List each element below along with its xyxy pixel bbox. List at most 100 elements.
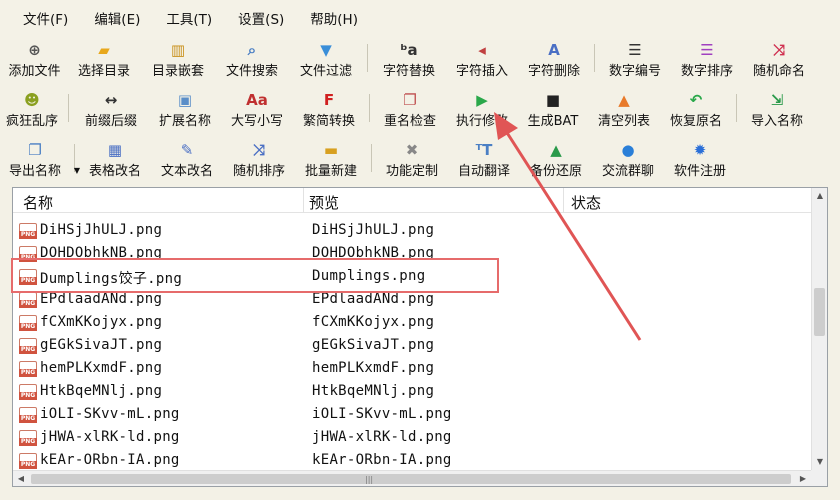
clear-button[interactable]: ▲ 清空列表 [588, 90, 660, 130]
delete-button[interactable]: A 字符删除 [518, 40, 590, 80]
scroll-right-icon[interactable]: ▶ [795, 471, 811, 487]
shuffle-button[interactable]: ⤨ 随机命名 [743, 40, 815, 80]
toolbar-separator [68, 94, 69, 122]
table-icon: ▦ [107, 141, 123, 159]
vertical-scrollbar[interactable]: ▲ ▼ [811, 188, 827, 470]
replace-button[interactable]: ᵇa 字符替换 [372, 40, 446, 80]
png-file-icon [19, 430, 37, 446]
table-row[interactable]: hemPLKxmdF.png hemPLKxmdF.png [13, 357, 811, 380]
table-row[interactable]: DOHDObhkNB.png DOHDObhkNB.png [13, 242, 811, 265]
button-label: 执行修改 [455, 114, 508, 129]
translate-button[interactable]: ᵀT 自动翻译 [448, 140, 520, 180]
backup-button[interactable]: ▲ 备份还原 [520, 140, 592, 180]
tools-button[interactable]: ✖ 功能定制 [376, 140, 448, 180]
menu-item-1[interactable]: 编辑(E) [81, 8, 153, 32]
file-name-cell: iOLI-SKvv-mL.png [40, 406, 180, 422]
text-edit-button[interactable]: ✎ 文本改名 [151, 140, 223, 180]
sort-button[interactable]: ☰ 数字排序 [671, 40, 743, 80]
png-file-icon [19, 338, 37, 354]
horizontal-scroll-thumb[interactable] [31, 474, 791, 484]
scroll-left-icon[interactable]: ◀ [13, 471, 29, 487]
png-file-icon [19, 315, 37, 331]
button-label: 文件搜索 [225, 64, 278, 79]
import-button[interactable]: ⇲ 导入名称 [741, 90, 813, 130]
batch-new-button[interactable]: ▬ 批量新建 [295, 140, 367, 180]
menu-item-3[interactable]: 设置(S) [225, 8, 297, 32]
undo-button[interactable]: ↶ 恢复原名 [660, 90, 732, 130]
vertical-scroll-thumb[interactable] [814, 288, 825, 336]
table-row[interactable]: Dumplings饺子.png Dumplings.png [13, 265, 811, 288]
table-row[interactable]: kEAr-ORbn-IA.png kEAr-ORbn-IA.png [13, 449, 811, 472]
insert-button[interactable]: ◂ 字符插入 [446, 40, 518, 80]
extension-button[interactable]: ▣ 扩展名称 [149, 90, 221, 130]
search-icon: ⌕ [247, 41, 257, 59]
column-divider[interactable] [563, 188, 564, 213]
text-edit-icon: ✎ [180, 141, 194, 159]
scroll-up-icon[interactable]: ▲ [812, 188, 828, 204]
play-icon: ▶ [476, 91, 488, 109]
button-label: 清空列表 [597, 114, 650, 129]
add-file-button[interactable]: ⊕ 添加文件 [2, 40, 67, 80]
prefix-suffix-button[interactable]: ↔ 前缀后缀 [73, 90, 149, 130]
filter-button[interactable]: ▼ 文件过滤 [289, 40, 363, 80]
menu-item-0[interactable]: 文件(F) [10, 8, 81, 32]
toolbar-separator [367, 44, 368, 72]
button-label: 生成BAT [527, 114, 579, 129]
table-row[interactable]: EPdlaadANd.png EPdlaadANd.png [13, 288, 811, 311]
png-file-icon [19, 407, 37, 423]
table-row[interactable]: iOLI-SKvv-mL.png iOLI-SKvv-mL.png [13, 403, 811, 426]
tools-icon: ✖ [405, 141, 419, 159]
button-label: 表格改名 [88, 164, 141, 179]
column-header-status[interactable]: 状态 [571, 192, 601, 213]
duplicate-check-button[interactable]: ❐ 重名检查 [374, 90, 446, 130]
button-label: 文件过滤 [299, 64, 352, 79]
export-button[interactable]: ❐ 导出名称 ▼ [0, 140, 80, 180]
case-button[interactable]: Aa 大写小写 [221, 90, 293, 130]
button-label: 导出名称 [8, 164, 61, 179]
button-label: 软件注册 [673, 164, 726, 179]
button-label: 随机排序 [232, 164, 285, 179]
button-label: 字符替换 [382, 64, 435, 79]
column-divider[interactable] [303, 188, 304, 213]
table-row[interactable]: DiHSjJhULJ.png DiHSjJhULJ.png [13, 219, 811, 242]
table-row[interactable]: HtkBqeMNlj.png HtkBqeMNlj.png [13, 380, 811, 403]
numbering-button[interactable]: ☰ 数字编号 [599, 40, 671, 80]
file-list[interactable]: 名称 预览 状态 DiHSjJhULJ.png DiHSjJhULJ.png DOH… [12, 187, 828, 487]
file-name-cell: kEAr-ORbn-IA.png [40, 452, 180, 468]
button-label: 数字编号 [608, 64, 661, 79]
table-row[interactable]: jHWA-xlRK-ld.png jHWA-xlRK-ld.png [13, 426, 811, 449]
menu-item-4[interactable]: 帮助(H) [297, 8, 371, 32]
scroll-down-icon[interactable]: ▼ [812, 454, 828, 470]
table-row[interactable]: gEGkSivaJT.png gEGkSivaJT.png [13, 334, 811, 357]
numbering-icon: ☰ [628, 41, 642, 59]
png-file-icon [19, 246, 37, 262]
preview-name-cell: kEAr-ORbn-IA.png [312, 452, 452, 468]
chat-button[interactable]: ● 交流群聊 [592, 140, 664, 180]
horizontal-scrollbar[interactable]: ◀ ||| ▶ [13, 470, 811, 486]
column-header-name[interactable]: 名称 [23, 192, 53, 213]
search-button[interactable]: ⌕ 文件搜索 [215, 40, 289, 80]
toolbar-separator [594, 44, 595, 72]
nested-folder-button[interactable]: ▥ 目录嵌套 [141, 40, 215, 80]
button-label: 批量新建 [304, 164, 357, 179]
button-label: 随机命名 [752, 64, 805, 79]
random-sort-button[interactable]: ⤨ 随机排序 [223, 140, 295, 180]
column-header-preview[interactable]: 预览 [309, 192, 339, 213]
toolbar-row-1: ⊕ 添加文件 ▰ 选择目录 ▥ 目录嵌套 ⌕ 文件搜索 ▼ 文件过滤 ᵇa 字符替换 ◂ 字符插入 A 字符删… [0, 40, 840, 80]
convert-button[interactable]: F 繁简转换 [293, 90, 365, 130]
table-button[interactable]: ▦ 表格改名 [79, 140, 151, 180]
preview-name-cell: iOLI-SKvv-mL.png [312, 406, 452, 422]
register-icon: ✹ [693, 141, 707, 159]
sort-icon: ☰ [700, 41, 714, 59]
table-row[interactable]: fCXmKKojyx.png fCXmKKojyx.png [13, 311, 811, 334]
button-label: 选择目录 [77, 64, 130, 79]
toolbar-row-3: ❐ 导出名称 ▼ ▦ 表格改名 ✎ 文本改名 ⤨ 随机排序 ▬ 批量新建 ✖ 功能定制 ᵀT 自动翻译 ▲ 备份… [0, 140, 840, 180]
terminal-button[interactable]: ■ 生成BAT [518, 90, 588, 130]
register-button[interactable]: ✹ 软件注册 [664, 140, 736, 180]
button-label: 扩展名称 [158, 114, 211, 129]
crazy-shuffle-button[interactable]: ☻ 疯狂乱序 [0, 90, 64, 130]
menu-item-2[interactable]: 工具(T) [153, 8, 225, 32]
file-name-cell: Dumplings饺子.png [40, 271, 183, 287]
play-button[interactable]: ▶ 执行修改 [446, 90, 518, 130]
folder-button[interactable]: ▰ 选择目录 [67, 40, 141, 80]
